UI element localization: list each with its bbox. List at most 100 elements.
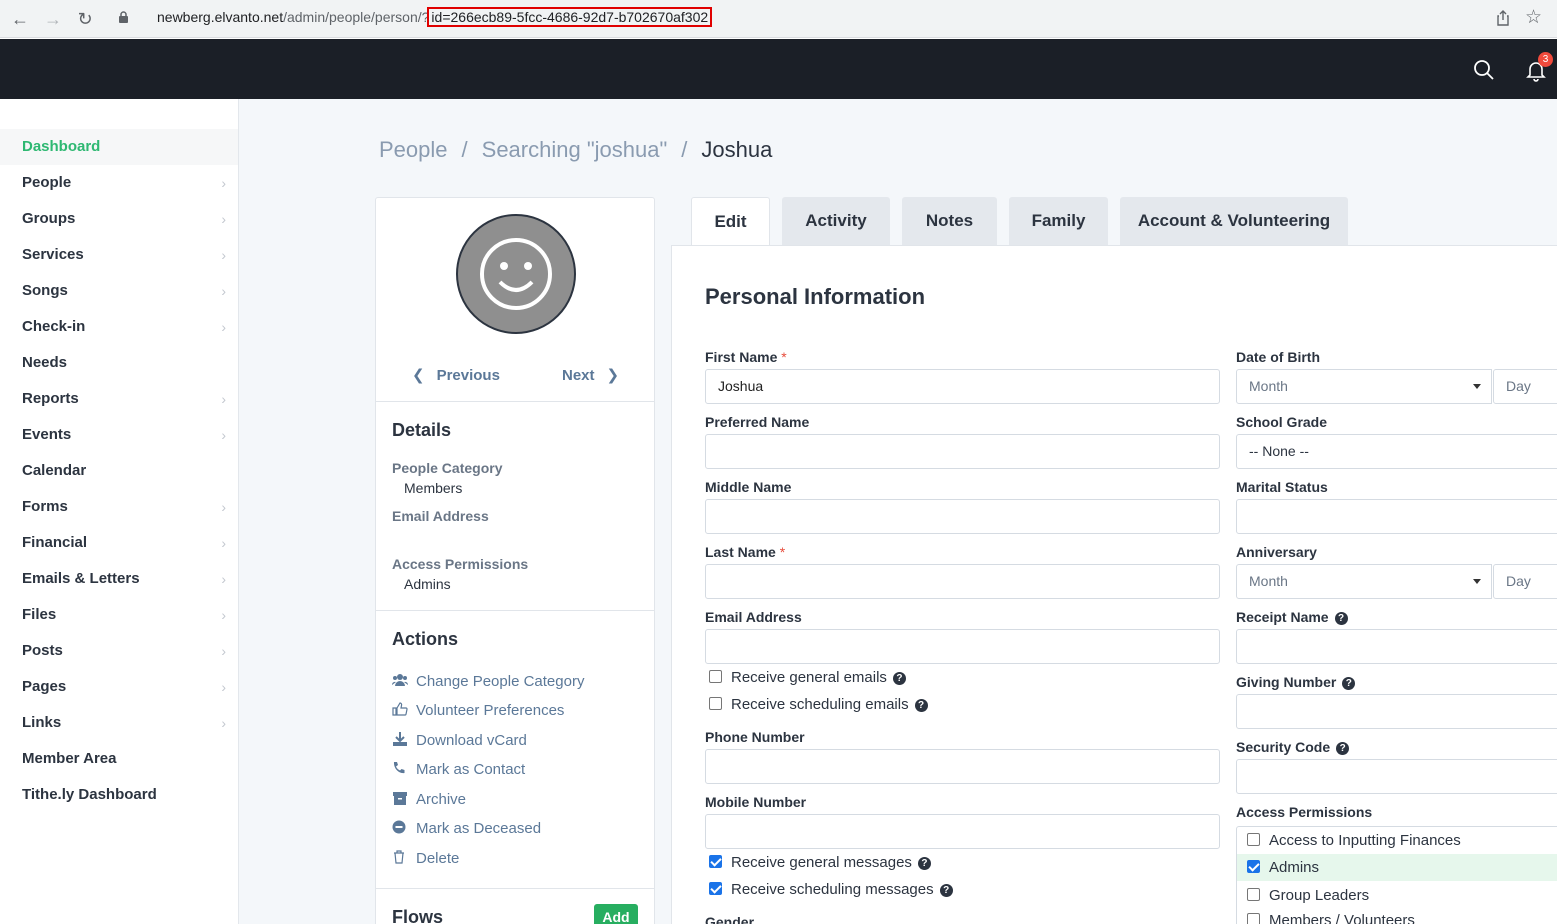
delete-link[interactable]: Delete [392, 850, 459, 867]
checkbox[interactable] [1247, 833, 1260, 846]
help-icon[interactable]: ? [939, 884, 953, 897]
sidebar-item-files[interactable]: Files › [0, 597, 238, 633]
sidebar-item-links[interactable]: Links › [0, 705, 238, 741]
marital-status-select[interactable] [1236, 499, 1557, 534]
divider [376, 888, 654, 889]
forward-arrow-icon[interactable]: → [41, 7, 65, 31]
access-permissions-value: Admins [404, 576, 451, 592]
sidebar-item-check-in[interactable]: Check-in › [0, 309, 238, 345]
previous-button[interactable]: ❮ Previous [412, 366, 500, 384]
checkbox[interactable] [709, 697, 722, 710]
last-name-input[interactable] [705, 564, 1220, 599]
checkbox-checked[interactable] [709, 855, 722, 868]
main-content: People / Searching "joshua" / Joshua ❮ Previo… [239, 99, 1557, 924]
sidebar-item-posts[interactable]: Posts › [0, 633, 238, 669]
first-name-input[interactable]: Joshua [705, 369, 1220, 404]
dob-day-select[interactable]: Day [1493, 369, 1557, 404]
phone-number-input[interactable] [705, 749, 1220, 784]
help-icon[interactable]: ? [1334, 612, 1348, 625]
tab-activity[interactable]: Activity [782, 197, 890, 245]
sidebar-item-groups[interactable]: Groups › [0, 201, 238, 237]
receive-general-emails-checkbox[interactable]: Receive general emails? [709, 669, 906, 686]
address-bar[interactable]: newberg.elvanto.net/admin/people/person/… [157, 7, 713, 27]
breadcrumb-search[interactable]: Searching "joshua" [482, 137, 668, 162]
sidebar: Dashboard People › Groups › Services › Songs › Ch… [0, 99, 239, 924]
preferred-name-input[interactable] [705, 434, 1220, 469]
thumbs-up-icon [392, 702, 408, 716]
sidebar-item-people[interactable]: People › [0, 165, 238, 201]
bookmark-star-icon[interactable]: ☆ [1525, 6, 1542, 29]
dob-month-select[interactable]: Month [1236, 369, 1492, 404]
back-arrow-icon[interactable]: ← [8, 7, 32, 31]
sidebar-item-needs[interactable]: Needs [0, 345, 238, 381]
checkbox-checked[interactable] [1247, 860, 1260, 873]
checkbox[interactable] [709, 670, 722, 683]
reload-icon[interactable]: ↻ [73, 7, 97, 31]
permission-admins[interactable]: Admins [1237, 854, 1557, 881]
sidebar-item-label: Links [22, 714, 62, 731]
date-of-birth-label: Date of Birth [1236, 349, 1320, 365]
change-people-category-link[interactable]: Change People Category [392, 673, 584, 690]
sidebar-item-forms[interactable]: Forms › [0, 489, 238, 525]
search-icon[interactable] [1473, 59, 1495, 81]
permission-group-leaders[interactable]: Group Leaders [1237, 882, 1557, 909]
receive-scheduling-emails-checkbox[interactable]: Receive scheduling emails? [709, 696, 928, 713]
anniversary-month-select[interactable]: Month [1236, 564, 1492, 599]
tab-edit[interactable]: Edit [691, 197, 770, 246]
sidebar-item-label: Pages [22, 678, 67, 695]
giving-number-input[interactable] [1236, 694, 1557, 729]
volunteer-preferences-link[interactable]: Volunteer Preferences [392, 702, 564, 719]
tab-notes[interactable]: Notes [902, 197, 997, 245]
sidebar-item-reports[interactable]: Reports › [0, 381, 238, 417]
permission-label: Group Leaders [1269, 887, 1370, 904]
sidebar-item-emails-letters[interactable]: Emails & Letters › [0, 561, 238, 597]
action-label: Volunteer Preferences [416, 702, 565, 719]
mark-as-deceased-link[interactable]: Mark as Deceased [392, 820, 541, 837]
tab-family[interactable]: Family [1009, 197, 1108, 245]
mobile-number-input[interactable] [705, 814, 1220, 849]
sidebar-item-events[interactable]: Events › [0, 417, 238, 453]
download-vcard-link[interactable]: Download vCard [392, 732, 527, 749]
email-address-input[interactable] [705, 629, 1220, 664]
mark-as-contact-link[interactable]: Mark as Contact [392, 761, 525, 778]
checkbox[interactable] [1247, 888, 1260, 901]
add-flow-button[interactable]: Add [594, 904, 638, 924]
school-grade-select[interactable]: -- None -- [1236, 434, 1557, 469]
sidebar-item-dashboard[interactable]: Dashboard [0, 129, 238, 165]
sidebar-item-calendar[interactable]: Calendar [0, 453, 238, 489]
sidebar-nav: Dashboard People › Groups › Services › Songs › Ch… [0, 129, 238, 813]
tab-account-volunteering[interactable]: Account & Volunteering [1120, 197, 1348, 245]
middle-name-input[interactable] [705, 499, 1220, 534]
security-code-label: Security Code? [1236, 739, 1350, 755]
next-button[interactable]: Next ❯ [562, 366, 619, 384]
share-icon[interactable] [1494, 9, 1512, 27]
sidebar-item-member-area[interactable]: Member Area [0, 741, 238, 777]
receive-general-messages-checkbox[interactable]: Receive general messages? [709, 854, 931, 871]
anniversary-label: Anniversary [1236, 544, 1317, 560]
sidebar-item-services[interactable]: Services › [0, 237, 238, 273]
sidebar-item-tithe-ly-dashboard[interactable]: Tithe.ly Dashboard [0, 777, 238, 813]
personal-information-panel: Personal Information First Name * Joshua… [671, 245, 1557, 924]
security-code-input[interactable] [1236, 759, 1557, 794]
sidebar-item-songs[interactable]: Songs › [0, 273, 238, 309]
checkbox[interactable] [1247, 913, 1260, 924]
archive-link[interactable]: Archive [392, 791, 466, 808]
help-icon[interactable]: ? [1336, 742, 1350, 755]
help-icon[interactable]: ? [914, 699, 928, 712]
permission-members-volunteers[interactable]: Members / Volunteers [1237, 907, 1557, 924]
receive-scheduling-messages-checkbox[interactable]: Receive scheduling messages? [709, 881, 953, 898]
access-permissions-label: Access Permissions [1236, 804, 1373, 820]
help-icon[interactable]: ? [1342, 677, 1356, 690]
breadcrumb-people[interactable]: People [379, 137, 448, 162]
checkbox-checked[interactable] [709, 882, 722, 895]
permission-finances[interactable]: Access to Inputting Finances [1237, 827, 1557, 854]
action-label: Mark as Deceased [416, 820, 542, 837]
sidebar-item-label: Groups [22, 210, 76, 227]
receipt-name-input[interactable] [1236, 629, 1557, 664]
sidebar-item-pages[interactable]: Pages › [0, 669, 238, 705]
help-icon[interactable]: ? [892, 672, 906, 685]
chevron-right-icon: › [221, 607, 226, 623]
anniversary-day-select[interactable]: Day [1493, 564, 1557, 599]
sidebar-item-financial[interactable]: Financial › [0, 525, 238, 561]
help-icon[interactable]: ? [917, 857, 931, 870]
